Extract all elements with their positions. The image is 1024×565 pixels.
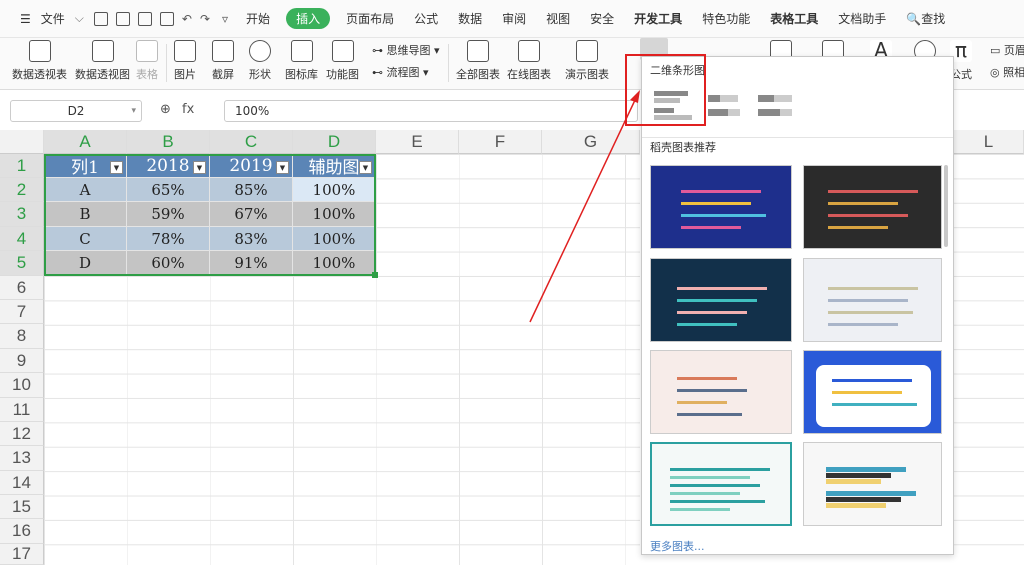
bar-mark: [670, 500, 765, 503]
bar-mark: [826, 491, 916, 496]
bar-mark: [826, 473, 891, 478]
bar-mark: [670, 508, 730, 511]
bar-mark: [677, 323, 737, 326]
bar-mark: [670, 492, 740, 495]
bar-mark: [826, 503, 886, 508]
bar-mark: [758, 109, 780, 116]
bar-mark: [708, 95, 720, 102]
bar-mark: [832, 391, 902, 394]
recommend-title: 稻壳图表推荐: [650, 141, 716, 154]
bar-mark: [677, 311, 747, 314]
bar-mark: [780, 109, 792, 116]
scrollbar-thumb[interactable]: [944, 165, 948, 247]
bar-mark: [677, 287, 767, 290]
bar-mark: [828, 287, 918, 290]
bar-mark: [826, 497, 901, 502]
bar-mark: [826, 467, 906, 472]
bar-mark: [728, 109, 740, 116]
bar-mark: [832, 379, 912, 382]
bar-mark: [677, 401, 727, 404]
bar-mark: [774, 95, 792, 102]
more-charts-link[interactable]: 更多图表...: [650, 538, 705, 554]
template-card: [816, 365, 931, 427]
bar-mark: [828, 214, 908, 217]
bar-mark: [720, 95, 738, 102]
bar-mark: [681, 214, 766, 217]
template-thumbnail[interactable]: [803, 350, 942, 434]
bar-mark: [670, 468, 770, 471]
divider: [642, 137, 953, 138]
bar-mark: [828, 190, 918, 193]
bar-mark: [828, 202, 898, 205]
template-thumbnail[interactable]: [803, 258, 942, 342]
bar-mark: [681, 226, 741, 229]
highlight-box: [625, 54, 706, 126]
bar-mark: [828, 311, 913, 314]
bar-chart-dropdown-panel: 二维条形图 稻壳图表推荐 更多图表...: [641, 56, 954, 555]
bar-mark: [677, 377, 737, 380]
template-thumbnail[interactable]: [803, 165, 942, 249]
bar-mark: [677, 413, 742, 416]
bar-mark: [828, 299, 908, 302]
percent-stacked-bar-option[interactable]: [754, 87, 802, 125]
template-thumbnail[interactable]: [803, 442, 942, 526]
bar-mark: [670, 476, 750, 479]
bar-mark: [708, 109, 728, 116]
bar-mark: [758, 95, 774, 102]
bar-mark: [832, 403, 917, 406]
template-thumbnail[interactable]: [650, 350, 792, 434]
bar-mark: [677, 299, 757, 302]
bar-mark: [828, 226, 888, 229]
bar-mark: [681, 202, 751, 205]
bar-mark: [670, 484, 760, 487]
bar-mark: [681, 190, 761, 193]
bar-mark: [828, 323, 898, 326]
template-thumbnail[interactable]: [650, 442, 792, 526]
stacked-bar-option[interactable]: [704, 87, 752, 125]
bar-mark: [677, 389, 747, 392]
template-thumbnail[interactable]: [650, 165, 792, 249]
template-thumbnail[interactable]: [650, 258, 792, 342]
bar-mark: [826, 479, 881, 484]
